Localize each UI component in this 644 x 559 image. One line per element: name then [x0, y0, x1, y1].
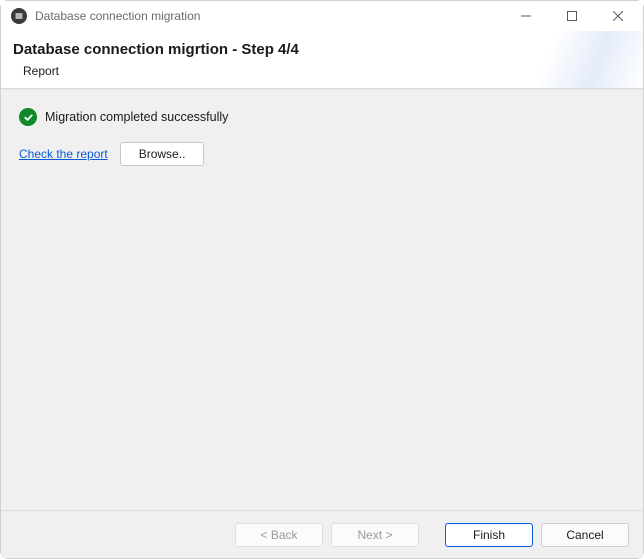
close-button[interactable] — [595, 1, 641, 31]
window-title: Database connection migration — [35, 9, 503, 23]
wizard-header: Database connection migrtion - Step 4/4 … — [1, 31, 643, 89]
page-subtitle: Report — [13, 64, 631, 78]
check-report-link[interactable]: Check the report — [19, 147, 108, 161]
success-icon — [19, 108, 37, 126]
finish-button[interactable]: Finish — [445, 523, 533, 547]
next-button[interactable]: Next > — [331, 523, 419, 547]
back-button[interactable]: < Back — [235, 523, 323, 547]
status-message: Migration completed successfully — [45, 110, 228, 124]
page-title: Database connection migrtion - Step 4/4 — [13, 41, 631, 58]
app-icon — [11, 8, 27, 24]
wizard-footer: < Back Next > Finish Cancel — [1, 510, 643, 558]
browse-button[interactable]: Browse.. — [120, 142, 205, 166]
content-area: Migration completed successfully Check t… — [1, 89, 643, 510]
minimize-button[interactable] — [503, 1, 549, 31]
window-controls — [503, 1, 641, 31]
cancel-button[interactable]: Cancel — [541, 523, 629, 547]
titlebar: Database connection migration — [1, 1, 643, 31]
report-actions: Check the report Browse.. — [19, 142, 625, 166]
status-row: Migration completed successfully — [19, 108, 625, 126]
maximize-button[interactable] — [549, 1, 595, 31]
